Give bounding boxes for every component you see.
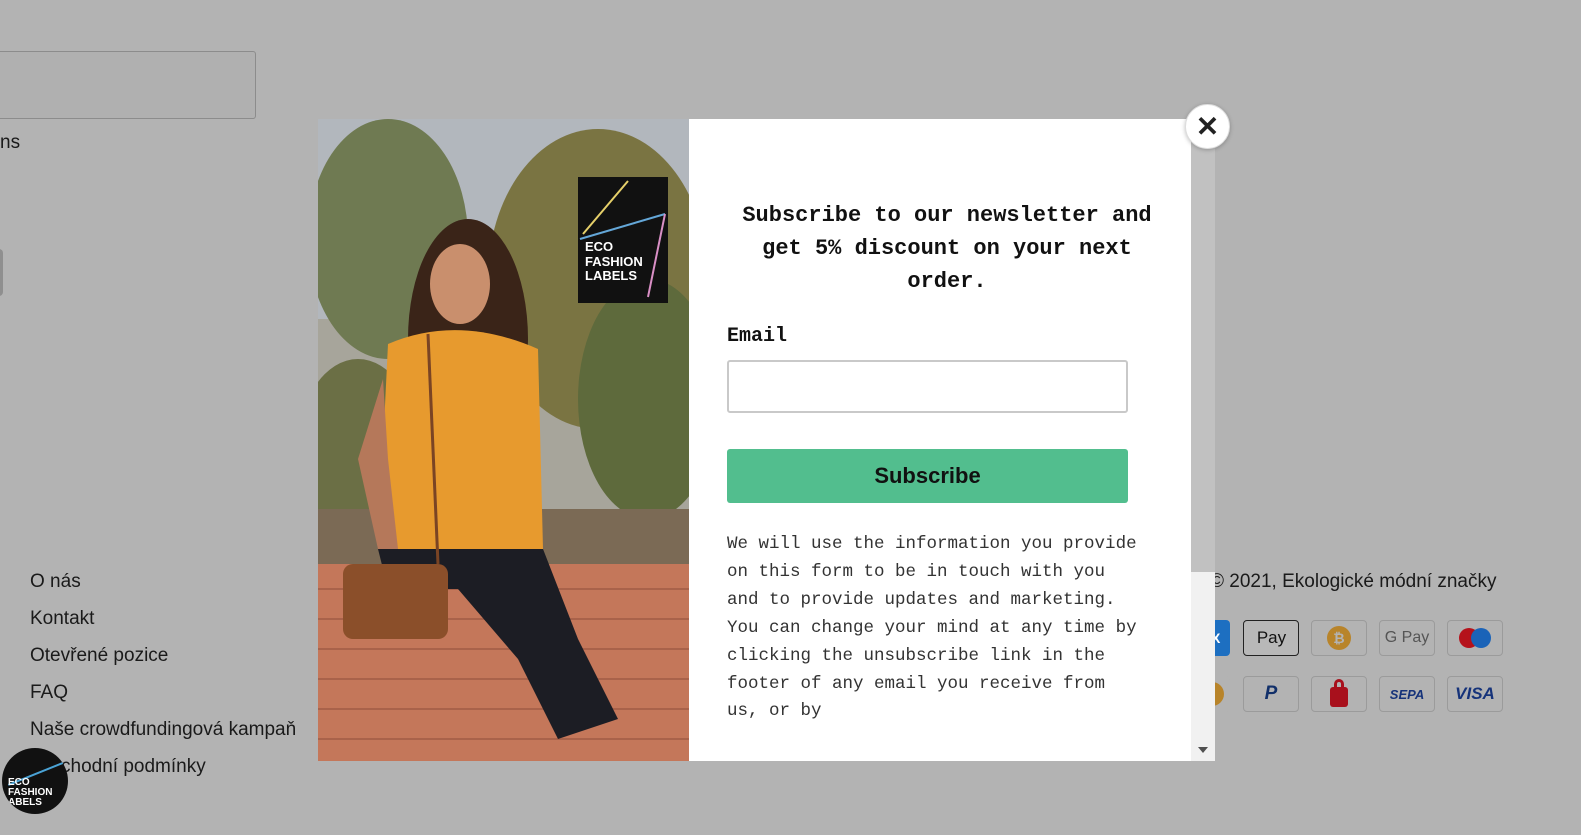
sepa-icon: SEPA [1379,676,1435,712]
scroll-down-arrow-icon[interactable] [1198,747,1208,753]
footer-links: O nás Kontakt Otevřené pozice FAQ Naše c… [30,570,296,792]
footer-link-obchodni-podminky[interactable]: chodní podmínky [30,755,296,792]
visa-icon: VISA [1447,676,1503,712]
privacy-disclaimer: We will use the information you provide … [727,534,1137,722]
background-input [0,51,256,119]
modal-scrollbar[interactable] [1191,119,1215,761]
photo-logo-line-2: FASHION [585,254,643,269]
newsletter-heading: Subscribe to our newsletter and get 5% d… [742,203,1152,294]
background-button [0,249,3,296]
subscribe-button[interactable]: Subscribe [727,449,1128,503]
newsletter-modal: ECO FASHION LABELS Subscribe to our news… [318,119,1215,761]
footer-link-o-nas[interactable]: O nás [30,570,296,607]
payment-row-1: Pay ₿ G Pay [1243,620,1503,656]
modal-photo: ECO FASHION LABELS [318,119,689,761]
footer-link-otevrene-pozice[interactable]: Otevřené pozice [30,644,296,681]
email-label: Email [727,325,788,348]
email-field[interactable] [727,360,1128,413]
apple-pay-icon: Pay [1243,620,1299,656]
maestro-icon [1447,620,1503,656]
footer-link-faq[interactable]: FAQ [30,681,296,718]
close-icon: ✕ [1195,111,1220,142]
background-partial-text: ns [0,132,21,153]
bottom-logo[interactable]: ECO FASHION ABELS [2,748,68,814]
photo-logo-line-1: ECO [585,239,613,254]
payment-row-2: P SEPA VISA [1243,676,1503,712]
bitcoin-icon: ₿ [1311,620,1367,656]
google-pay-icon: G Pay [1379,620,1435,656]
footer-link-kontakt[interactable]: Kontakt [30,607,296,644]
photo-illustration: ECO FASHION LABELS [318,119,689,761]
lock-icon [1311,676,1367,712]
scrollbar-thumb[interactable] [1191,119,1215,572]
close-button[interactable]: ✕ [1185,104,1230,149]
paypal-icon: P [1243,676,1299,712]
bottom-logo-line-3: ABELS [8,797,42,808]
copyright-text: © 2021, Ekologické módní značky [1210,571,1497,592]
footer-link-crowdfunding[interactable]: Naše crowdfundingová kampaň [30,718,296,755]
modal-content[interactable]: Subscribe to our newsletter and get 5% d… [689,119,1191,761]
photo-logo-line-3: LABELS [585,268,637,283]
